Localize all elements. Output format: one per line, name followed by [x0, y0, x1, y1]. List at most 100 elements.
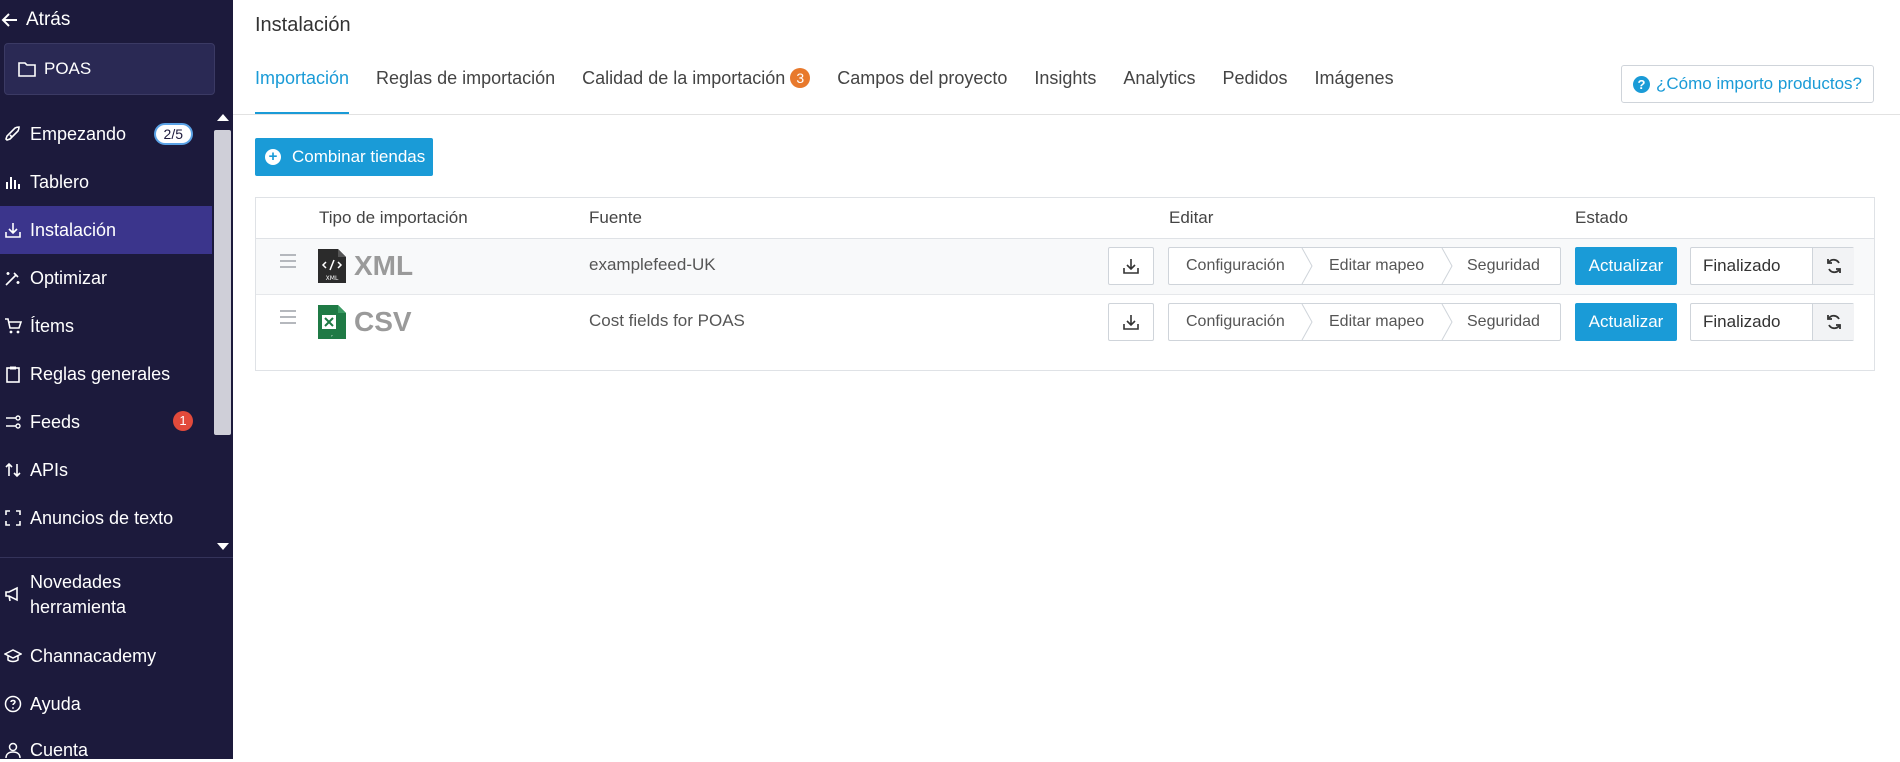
sidebar-item-label: Channacademy [30, 646, 157, 666]
scroll-down-icon[interactable] [217, 543, 229, 550]
page-title: Instalación [255, 14, 351, 36]
back-link[interactable]: Atrás [0, 6, 70, 34]
sidebar-item-reglas-generales[interactable]: Reglas generales [0, 350, 212, 398]
magic-wand-icon [2, 267, 24, 289]
project-name: POAS [44, 59, 92, 78]
help-label: ¿Cómo importo productos? [1656, 74, 1862, 93]
sidebar-item-channacademy[interactable]: Channacademy [0, 644, 233, 668]
refresh-icon [1826, 258, 1841, 274]
import-type-label: CSV [354, 306, 412, 337]
rocket-icon [2, 123, 24, 145]
tab-imagenes[interactable]: Imágenes [1315, 68, 1394, 114]
sidebar-item-label: Ayuda [30, 694, 81, 714]
sidebar-item-apis[interactable]: APIs [0, 446, 212, 494]
scrollbar-thumb[interactable] [214, 130, 231, 435]
sidebar-item-novedades[interactable]: Novedades herramienta [0, 570, 233, 620]
sidebar: Atrás POAS Empezando 2/5 Tablero Instala… [0, 0, 233, 762]
tab-calidad-importacion[interactable]: Calidad de la importación 3 [582, 68, 811, 114]
help-import-button[interactable]: ? ¿Cómo importo productos? [1621, 65, 1874, 103]
status-field: Finalizado [1690, 303, 1854, 341]
question-icon: ? [1633, 75, 1650, 93]
tab-bar: Importación Reglas de importación Calida… [255, 68, 1421, 114]
update-button[interactable]: Actualizar [1575, 303, 1677, 341]
arrow-left-icon [1, 13, 17, 27]
source-name[interactable]: examplefeed-UK [589, 255, 716, 275]
install-icon [2, 219, 24, 241]
sidebar-item-feeds[interactable]: Feeds 1 [0, 398, 212, 446]
combine-stores-button[interactable]: + Combinar tiendas [255, 138, 433, 176]
bar-chart-icon [2, 171, 24, 193]
step-seguridad[interactable]: Seguridad [1467, 248, 1540, 284]
edit-steps: Configuración Editar mapeo Seguridad [1168, 303, 1561, 341]
sidebar-item-ayuda[interactable]: Ayuda [0, 692, 233, 716]
tab-reglas-importacion[interactable]: Reglas de importación [376, 68, 555, 114]
csv-file-icon: , [318, 305, 346, 339]
edit-steps: Configuración Editar mapeo Seguridad [1168, 247, 1561, 285]
sidebar-item-label: Anuncios de texto [30, 507, 174, 528]
project-selector[interactable]: POAS [4, 43, 215, 95]
imports-table: Tipo de importación Fuente Editar Estado… [255, 197, 1875, 371]
table-row: XML XML examplefeed-UK Configuración Edi… [256, 239, 1874, 295]
import-type: , CSV [318, 305, 412, 339]
tab-analytics[interactable]: Analytics [1123, 68, 1195, 114]
chevron-right-icon [1441, 248, 1453, 284]
tab-pedidos[interactable]: Pedidos [1222, 68, 1287, 114]
step-editar-mapeo[interactable]: Editar mapeo [1329, 248, 1424, 284]
refresh-button[interactable] [1812, 248, 1854, 284]
sidebar-item-label: Cuenta [30, 740, 89, 760]
sidebar-item-items[interactable]: Ítems [0, 302, 212, 350]
tab-insights[interactable]: Insights [1034, 68, 1096, 114]
sidebar-item-label: Reglas generales [30, 363, 171, 384]
sidebar-item-anuncios[interactable]: Anuncios de texto [0, 494, 212, 542]
column-header-type: Tipo de importación [319, 208, 468, 227]
sidebar-item-cuenta[interactable]: Cuenta [0, 738, 233, 762]
tab-count-badge: 3 [790, 68, 811, 88]
drag-handle-icon[interactable] [280, 254, 296, 272]
status-value: Finalizado [1703, 256, 1781, 275]
feeds-icon [2, 411, 24, 433]
tab-label: Imágenes [1314, 68, 1394, 88]
download-icon [1123, 315, 1139, 330]
clipboard-icon [2, 363, 24, 385]
sidebar-item-label: Empezando [30, 123, 127, 144]
sidebar-item-optimizar[interactable]: Optimizar [0, 254, 212, 302]
step-configuracion[interactable]: Configuración [1186, 304, 1285, 340]
tabs-divider [233, 114, 1900, 115]
download-icon [1123, 259, 1139, 274]
import-type-label: XML [354, 250, 414, 281]
source-name[interactable]: Cost fields for POAS [589, 311, 745, 331]
chevron-right-icon [1301, 248, 1313, 284]
sidebar-item-label: Feeds [30, 411, 81, 432]
column-header-source: Fuente [589, 208, 642, 227]
sidebar-item-label: Instalación [30, 219, 117, 240]
sidebar-item-instalacion[interactable]: Instalación [0, 206, 212, 254]
step-editar-mapeo[interactable]: Editar mapeo [1329, 304, 1424, 340]
tab-label: Analytics [1123, 68, 1196, 88]
frame-icon [2, 507, 24, 529]
column-header-edit: Editar [1169, 208, 1214, 227]
drag-handle-icon[interactable] [280, 310, 296, 328]
graduation-cap-icon [2, 644, 24, 668]
scroll-up-icon[interactable] [217, 114, 229, 121]
megaphone-icon [2, 582, 24, 606]
svg-text:,: , [331, 331, 333, 338]
tab-label: Insights [1034, 68, 1097, 88]
step-seguridad[interactable]: Seguridad [1467, 304, 1540, 340]
status-value: Finalizado [1703, 312, 1781, 331]
sidebar-item-label: Optimizar [30, 267, 108, 288]
svg-text:XML: XML [326, 275, 339, 282]
sidebar-item-tablero[interactable]: Tablero [0, 158, 212, 206]
folder-icon [18, 62, 36, 77]
tab-importacion[interactable]: Importación [255, 68, 350, 114]
download-button[interactable] [1108, 247, 1154, 285]
download-button[interactable] [1108, 303, 1154, 341]
step-configuracion[interactable]: Configuración [1186, 248, 1285, 284]
sidebar-item-label: Ítems [30, 315, 75, 336]
table-row: , CSV Cost fields for POAS Configuración… [256, 295, 1874, 350]
refresh-button[interactable] [1812, 304, 1854, 340]
tab-label: Importación [255, 68, 350, 88]
update-button[interactable]: Actualizar [1575, 247, 1677, 285]
sidebar-item-empezando[interactable]: Empezando 2/5 [0, 110, 212, 158]
sidebar-divider [0, 557, 233, 558]
tab-campos-proyecto[interactable]: Campos del proyecto [837, 68, 1007, 114]
